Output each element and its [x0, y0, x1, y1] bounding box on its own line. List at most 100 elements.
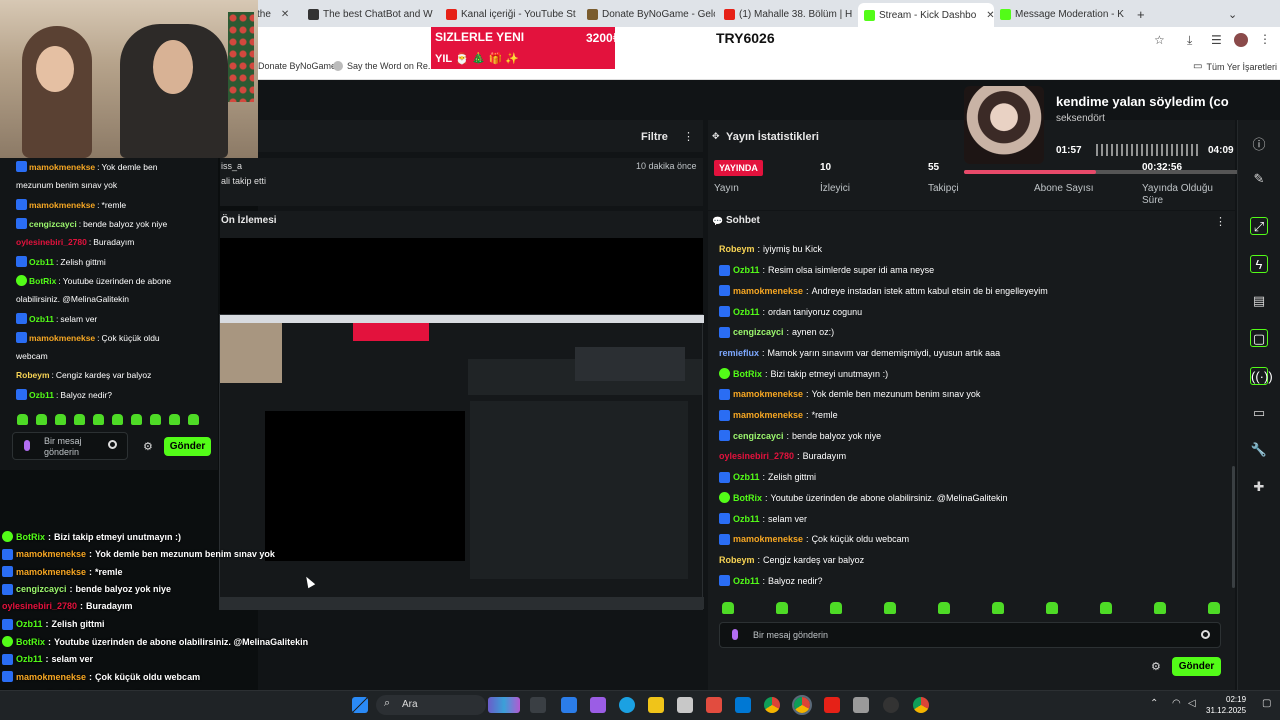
chat-username[interactable]: mamokmenekse	[733, 534, 803, 544]
emoji-picker-icon[interactable]	[108, 440, 117, 449]
browser-tab[interactable]: The best ChatBot and W	[308, 4, 438, 24]
chat-username[interactable]: mamokmenekse	[733, 286, 803, 296]
emote-icon[interactable]	[188, 414, 199, 425]
youtube-icon[interactable]	[824, 697, 840, 713]
chat-username[interactable]: Ozb11	[733, 265, 760, 275]
emote-icon[interactable]	[1208, 602, 1220, 614]
chat-username[interactable]: cengizcayci	[733, 431, 784, 441]
windows-start-icon[interactable]	[352, 697, 368, 713]
chat-username[interactable]: Robeym	[719, 244, 755, 254]
emote-icon[interactable]	[830, 602, 842, 614]
chat-username[interactable]: Ozb11	[733, 472, 760, 482]
filter-button[interactable]: Filtre	[641, 131, 668, 143]
chat-username[interactable]: BotRix	[16, 637, 45, 647]
chat-username[interactable]: Ozb11	[733, 576, 760, 586]
chat-scrollbar[interactable]	[1232, 466, 1235, 588]
app-icon[interactable]	[590, 697, 606, 713]
emote-icon[interactable]	[112, 414, 123, 425]
chat-settings-gear-icon[interactable]: ⚙	[1151, 660, 1161, 673]
emote-icon[interactable]	[1046, 602, 1058, 614]
layout-expand-icon[interactable]: ⤢	[1250, 217, 1268, 235]
mail-icon[interactable]	[735, 697, 751, 713]
chat-username[interactable]: mamokmenekse	[29, 333, 95, 343]
store-icon[interactable]	[561, 697, 577, 713]
edge-icon[interactable]	[619, 697, 635, 713]
window-minimize-icon[interactable]: ⌄	[1228, 4, 1237, 24]
calculator-icon[interactable]	[677, 697, 693, 713]
chat-username[interactable]: cengizcayci	[733, 327, 784, 337]
chat-username[interactable]: oylesinebiri_2780	[16, 237, 87, 247]
chat-username[interactable]: Ozb11	[29, 314, 54, 324]
chat-username[interactable]: oylesinebiri_2780	[719, 451, 794, 461]
edit-pencil-icon[interactable]: ✎	[1250, 170, 1268, 188]
task-view-icon[interactable]	[530, 697, 546, 713]
emote-icon[interactable]	[938, 602, 950, 614]
info-icon[interactable]: ⓘ	[1250, 136, 1268, 154]
emoji-picker-icon[interactable]	[1201, 630, 1210, 639]
tray-chevron-icon[interactable]: ⌃	[1150, 698, 1158, 709]
chat-username[interactable]: mamokmenekse	[16, 672, 86, 682]
bookmark-item[interactable]: Donate ByNoGame	[258, 61, 336, 71]
taskbar-widgets-icon[interactable]	[488, 697, 520, 713]
microphone-icon[interactable]	[24, 440, 30, 451]
app-icon[interactable]	[853, 697, 869, 713]
microphone-icon[interactable]	[732, 629, 738, 640]
profile-avatar[interactable]	[1234, 33, 1248, 47]
download-icon[interactable]: ⤓	[1187, 33, 1192, 48]
notification-icon[interactable]: ▢	[1262, 698, 1271, 709]
emote-icon[interactable]	[55, 414, 66, 425]
wifi-icon[interactable]: ◠	[1172, 698, 1181, 709]
taskbar-clock[interactable]: 02:19 31.12.2025	[1206, 694, 1246, 716]
file-explorer-icon[interactable]	[648, 697, 664, 713]
emote-icon[interactable]	[1154, 602, 1166, 614]
new-tab-button[interactable]: +	[1137, 4, 1151, 24]
chat-username[interactable]: BotRix	[733, 369, 762, 379]
monitor-icon[interactable]: ▭	[1250, 404, 1268, 422]
volume-icon[interactable]: ◁	[1188, 698, 1196, 709]
document-icon[interactable]: ▤	[1250, 292, 1268, 310]
chat-username[interactable]: mamokmenekse	[733, 389, 803, 399]
send-button[interactable]: Gönder	[1172, 657, 1221, 676]
emote-icon[interactable]	[722, 602, 734, 614]
lightning-icon[interactable]: ϟ	[1250, 255, 1268, 273]
emote-icon[interactable]	[150, 414, 161, 425]
close-icon[interactable]: ✕	[281, 9, 289, 20]
close-icon[interactable]: ✕	[986, 10, 994, 21]
chat-username[interactable]: cengizcayci	[16, 584, 67, 594]
emote-icon[interactable]	[74, 414, 85, 425]
taskbar-search[interactable]	[376, 695, 486, 715]
chat-username[interactable]: Ozb11	[16, 619, 43, 629]
chat-username[interactable]: BotRix	[16, 532, 45, 542]
browser-tab[interactable]: Kanal içeriği - YouTube St	[446, 4, 580, 24]
bookmark-star-icon[interactable]: ☆	[1154, 33, 1165, 47]
browser-tab[interactable]: the ✕	[257, 4, 297, 24]
app-icon[interactable]	[706, 697, 722, 713]
chat-username[interactable]: Ozb11	[733, 514, 760, 524]
chat-username[interactable]: Ozb11	[29, 257, 54, 267]
browser-tab[interactable]: (1) Mahalle 38. Bölüm | H	[724, 4, 854, 24]
chat-username[interactable]: BotRix	[29, 276, 56, 286]
more-menu-icon[interactable]: ⋮	[1259, 32, 1271, 46]
browser-tab[interactable]: Message Moderation - K✕	[1000, 4, 1130, 24]
bookmark-item[interactable]: Say the Word on Re...	[333, 61, 435, 71]
emote-icon[interactable]	[93, 414, 104, 425]
emote-icon[interactable]	[17, 414, 28, 425]
chat-username[interactable]: Ozb11	[16, 654, 43, 664]
emote-icon[interactable]	[884, 602, 896, 614]
chrome-icon[interactable]	[913, 697, 929, 713]
settings-gear-icon[interactable]: ⚙	[143, 440, 153, 453]
emote-icon[interactable]	[776, 602, 788, 614]
puzzle-icon[interactable]: ✚	[1250, 478, 1268, 496]
chrome-active-icon[interactable]	[792, 695, 812, 715]
wrench-icon[interactable]: 🔧	[1250, 441, 1268, 459]
emote-icon[interactable]	[1100, 602, 1112, 614]
chat-username[interactable]: mamokmenekse	[29, 200, 95, 210]
chat-username[interactable]: Ozb11	[733, 307, 760, 317]
chat-username[interactable]: BotRix	[733, 493, 762, 503]
browser-tab[interactable]: Donate ByNoGame - Gelc	[587, 4, 715, 24]
obs-icon[interactable]	[883, 697, 899, 713]
emote-icon[interactable]	[169, 414, 180, 425]
chat-username[interactable]: mamokmenekse	[16, 549, 86, 559]
chat-username[interactable]: remieflux	[719, 348, 759, 358]
chat-username[interactable]: mamokmenekse	[29, 162, 95, 172]
